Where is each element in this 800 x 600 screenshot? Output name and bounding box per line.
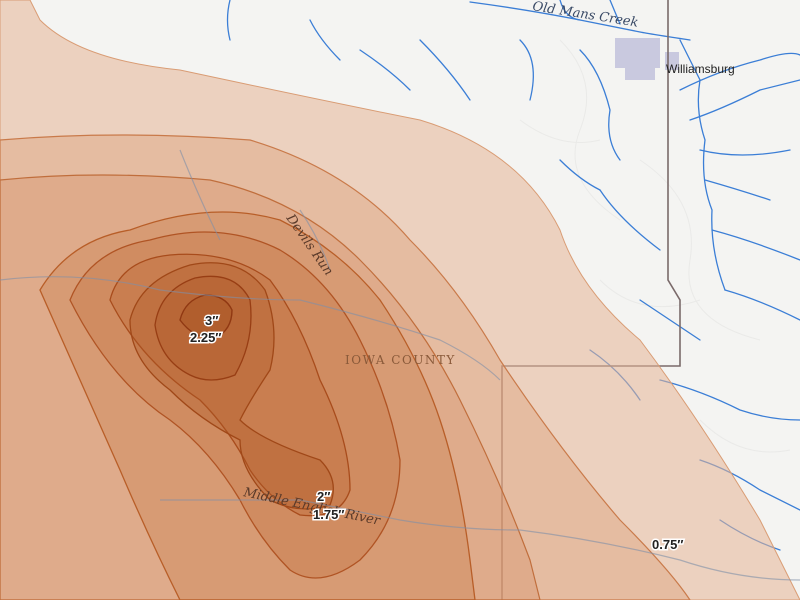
contour-label-0-75: 0.75″ [652,537,684,552]
contour-label-2: 2″ [317,489,330,504]
contour-label-3: 3″ [205,313,218,328]
contour-label-2-25: 2.25″ [190,330,222,345]
contour-label-1-75: 1.75″ [313,507,345,522]
williamsburg-label: Williamsburg [666,62,735,76]
iowa-county-label: IOWA COUNTY [345,353,456,367]
rainfall-contour-map[interactable]: Old Mans Creek Williamsburg Devils Run I… [0,0,800,600]
